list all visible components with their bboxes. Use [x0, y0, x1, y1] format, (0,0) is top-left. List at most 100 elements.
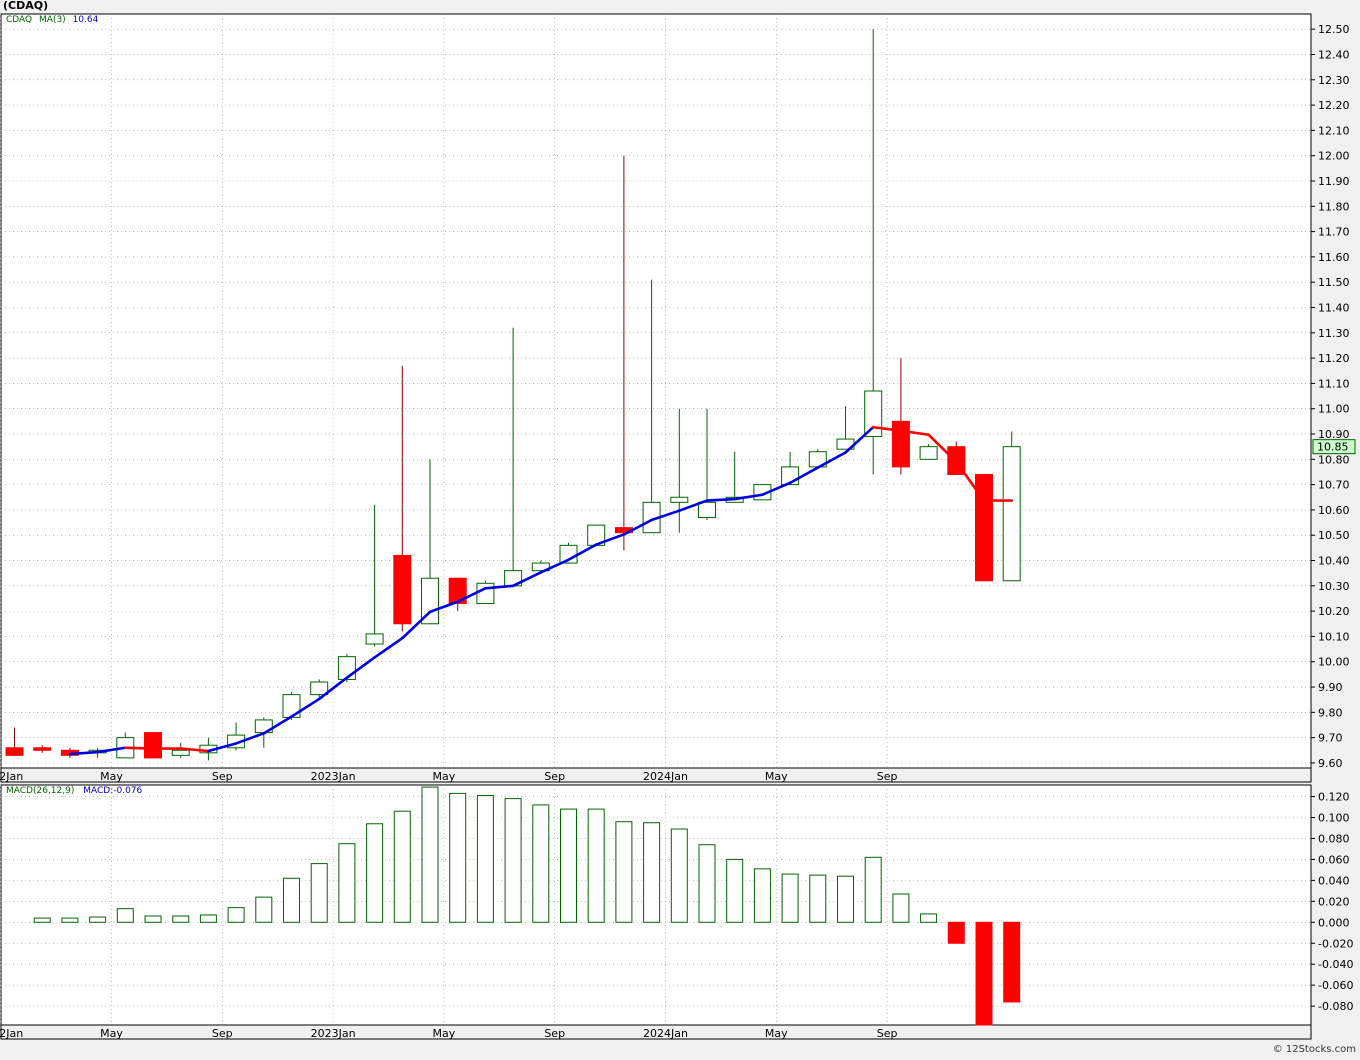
price-ytick-label: 10.80 [1318, 453, 1350, 466]
price-ytick-label: 12.50 [1318, 23, 1350, 36]
macd-bar-positive [615, 821, 633, 923]
price-ytick-label: 10.40 [1318, 555, 1350, 568]
price-ytick-label: 12.00 [1318, 150, 1350, 163]
price-ytick-label: 11.60 [1318, 251, 1350, 264]
macd-bar-positive [753, 868, 771, 923]
price-ytick-label: 11.40 [1318, 302, 1350, 315]
price-ytick-label: 9.80 [1318, 706, 1343, 719]
macd-ytick-label: 0.020 [1318, 895, 1350, 908]
price-xtick-label: May [433, 770, 456, 783]
macd-bar-positive [393, 810, 411, 923]
macd-bar-positive [476, 794, 494, 923]
ma-segment [705, 497, 737, 502]
price-ytick-label: 10.90 [1318, 428, 1350, 441]
candle-up [1002, 446, 1021, 582]
macd-ytick-label: 0.120 [1318, 791, 1350, 804]
price-ytick-label: 12.20 [1318, 99, 1350, 112]
price-xtick-label: Sep [544, 770, 565, 783]
price-panel [0, 13, 1312, 769]
macd-bar-positive [61, 917, 79, 923]
macd-bar-positive [338, 843, 356, 923]
macd-ytick-label: 0.060 [1318, 853, 1350, 866]
macd-xtick-label: Sep [212, 1027, 233, 1040]
macd-ytick-label: 0.040 [1318, 874, 1350, 887]
macd-bar-positive [532, 804, 550, 923]
price-xtick-label: 2023Jan [311, 770, 356, 783]
macd-ytick-label: 0.080 [1318, 832, 1350, 845]
macd-bar-positive [560, 808, 577, 923]
macd-ytick-label: -0.080 [1318, 1000, 1353, 1013]
candle-up [919, 446, 938, 460]
macd-ytick-label: 0.000 [1318, 916, 1350, 929]
macd-bar-negative [975, 921, 993, 1026]
price-ytick-label: 9.90 [1318, 681, 1343, 694]
macd-bar-positive [920, 913, 938, 923]
macd-bar-negative [1003, 921, 1021, 1003]
price-xtick-label: Sep [212, 770, 233, 783]
candle-up [698, 501, 716, 519]
macd-bar-positive [504, 798, 522, 923]
macd-bar-positive [33, 917, 51, 923]
legend-ma-value: 10.64 [72, 15, 99, 25]
candle-up [476, 582, 495, 605]
macd-bar-positive [255, 896, 273, 923]
price-ytick-label: 11.20 [1318, 352, 1350, 365]
legend-ma-label: MA(3) [39, 15, 66, 25]
macd-xtick-label: 2022Jan [0, 1027, 23, 1040]
macd-xtick-label: May [433, 1027, 456, 1040]
chart-canvas: 9.60 9.70 9.80 9.90 10.00 10.10 10.20 10.30 10.4… [0, 13, 1356, 1040]
price-xtick-label: May [100, 770, 123, 783]
candle-down [33, 747, 52, 751]
candle-up [365, 633, 384, 645]
price-legend: CDAQ MA(3) 10.64 [6, 15, 98, 25]
candle-down [393, 554, 412, 625]
price-ytick-label: 10.70 [1318, 479, 1350, 492]
macd-bar-positive [587, 808, 605, 923]
price-xtick-label: 2024Jan [643, 770, 688, 783]
price-ytick-label: 10.20 [1318, 605, 1350, 618]
price-ytick-label: 9.60 [1318, 757, 1343, 770]
macd-xtick-label: 2023Jan [311, 1027, 356, 1040]
price-ytick-label: 11.70 [1318, 226, 1350, 239]
macd-label: MACD(26,12,9) [6, 786, 75, 796]
price-ytick-label: 12.10 [1318, 124, 1350, 137]
macd-ytick-label: -0.040 [1318, 958, 1353, 971]
price-ytick-label: 11.50 [1318, 276, 1350, 289]
price-ytick-label: 11.10 [1318, 377, 1350, 390]
macd-xtick-label: 2024Jan [643, 1027, 688, 1040]
candle-down [144, 732, 162, 759]
candle-down [5, 747, 24, 756]
macd-ytick-label: 0.100 [1318, 811, 1350, 824]
macd-bar-positive [726, 858, 744, 923]
price-ytick-label: 9.70 [1318, 732, 1343, 745]
price-ytick-label: 10.30 [1318, 580, 1350, 593]
macd-bar-positive [283, 877, 300, 923]
macd-bar-positive [366, 823, 384, 923]
candle-up [864, 390, 883, 438]
candle-up [337, 656, 356, 680]
price-ytick-label: 11.30 [1318, 327, 1350, 340]
macd-xtick-label: Sep [877, 1027, 898, 1040]
macd-bar-positive [310, 863, 328, 923]
macd-bar-positive [199, 914, 217, 923]
macd-bar-positive [781, 873, 799, 923]
macd-xtick-label: Sep [544, 1027, 565, 1040]
macd-bar-positive [449, 792, 467, 923]
macd-bar-positive [892, 893, 910, 923]
price-ytick-label: 10.50 [1318, 529, 1350, 542]
candle-up [670, 496, 689, 503]
macd-bar-positive [809, 874, 827, 923]
macd-ytick-label: -0.060 [1318, 979, 1353, 992]
macd-bar-negative [947, 921, 965, 944]
ticker-title: (CDAQ) [3, 0, 49, 12]
price-ytick-label: 11.00 [1318, 403, 1350, 416]
macd-ytick-label: -0.020 [1318, 937, 1353, 950]
price-ytick-label: 12.30 [1318, 74, 1350, 87]
price-ytick-label: 10.10 [1318, 630, 1350, 643]
macd-bar-positive [698, 844, 716, 923]
legend-symbol: CDAQ [6, 15, 33, 25]
macd-xtick-label: May [100, 1027, 123, 1040]
price-ytick-label: 10.00 [1318, 656, 1350, 669]
stock-chart: 9.60 9.70 9.80 9.90 10.00 10.10 10.20 10.30 10.4… [0, 0, 1360, 1056]
macd-bar-positive [421, 786, 439, 923]
